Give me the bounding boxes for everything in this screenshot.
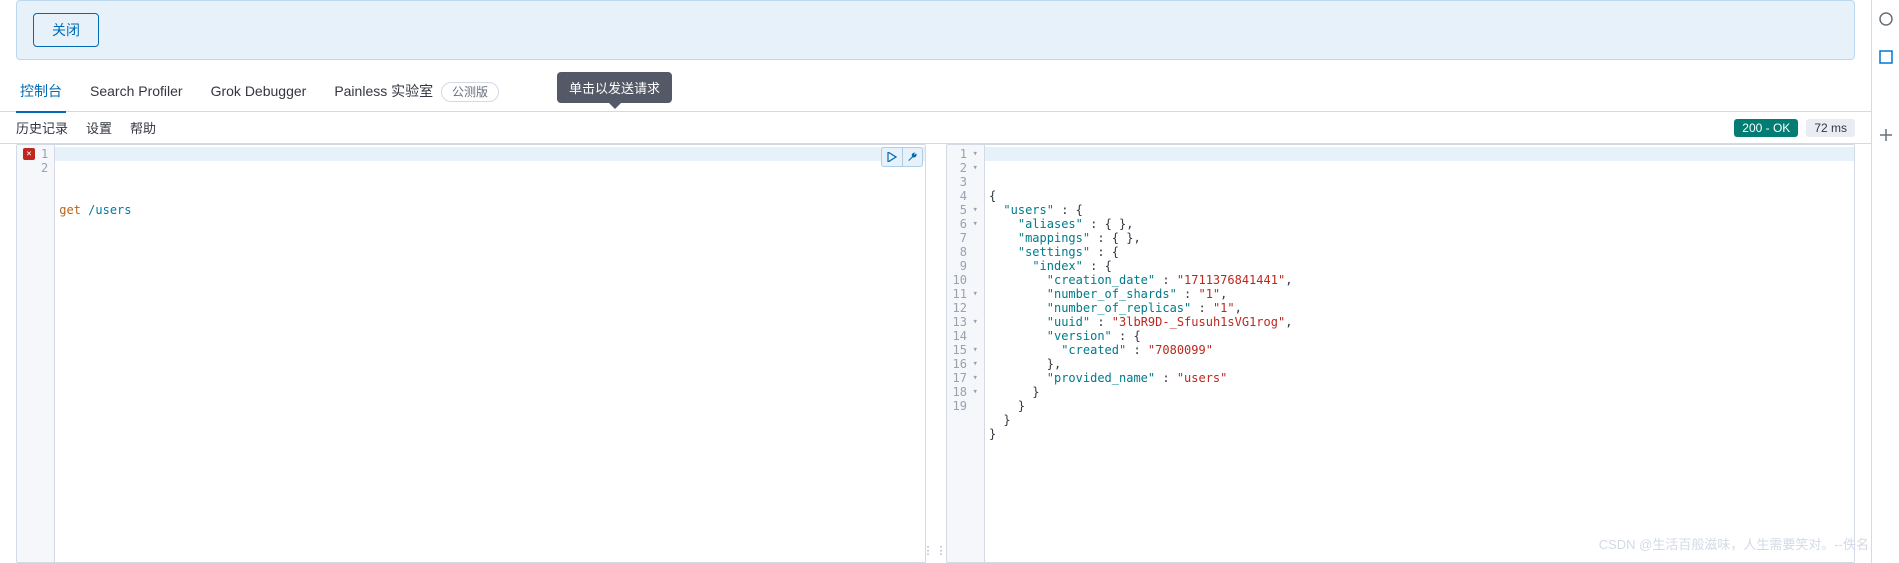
watermark: CSDN @生活百般滋味，人生需要笑对。--佚名 bbox=[1599, 534, 1869, 553]
console-toolbar: 历史记录 设置 帮助 200 - OK 72 ms bbox=[0, 112, 1871, 144]
tab-painless-lab[interactable]: Painless 实验室 公测版 bbox=[330, 71, 503, 113]
play-icon bbox=[887, 152, 897, 162]
send-request-tooltip: 单击以发送请求 bbox=[557, 72, 672, 103]
response-viewer: 1▾2▾345▾6▾7891011▾1213▾1415▾16▾17▾18▾19 … bbox=[946, 144, 1856, 563]
tab-label: Painless 实验室 bbox=[334, 83, 433, 99]
subtab-help[interactable]: 帮助 bbox=[130, 118, 156, 137]
close-button[interactable]: 关闭 bbox=[33, 13, 99, 47]
rail-icon-1[interactable] bbox=[1877, 10, 1895, 28]
wrench-icon bbox=[907, 152, 918, 163]
request-code[interactable]: get /users bbox=[55, 145, 924, 562]
subtab-settings[interactable]: 设置 bbox=[86, 118, 112, 137]
rail-plus-icon[interactable] bbox=[1877, 126, 1895, 144]
tab-console[interactable]: 控制台 bbox=[16, 71, 66, 113]
send-request-button[interactable] bbox=[882, 148, 902, 166]
wrench-button[interactable] bbox=[902, 148, 922, 166]
status-badge: 200 - OK bbox=[1734, 119, 1798, 137]
request-gutter: ✕12 bbox=[17, 145, 55, 562]
error-icon: ✕ bbox=[23, 148, 35, 160]
response-time: 72 ms bbox=[1806, 119, 1855, 137]
info-banner: 关闭 bbox=[16, 0, 1855, 60]
request-actions bbox=[881, 147, 923, 167]
response-code[interactable]: { "users" : { "aliases" : { }, "mappings… bbox=[985, 145, 1854, 562]
tab-grok-debugger[interactable]: Grok Debugger bbox=[207, 73, 311, 111]
rail-icon-2[interactable] bbox=[1877, 48, 1895, 66]
right-rail bbox=[1871, 0, 1899, 563]
main-tabs: 控制台 Search Profiler Grok Debugger Painle… bbox=[0, 72, 1871, 112]
tab-search-profiler[interactable]: Search Profiler bbox=[86, 73, 187, 111]
resize-handle[interactable]: ⋮⋮ bbox=[923, 544, 926, 557]
request-editor[interactable]: ✕12 get /users ⋮⋮ bbox=[16, 144, 926, 563]
subtab-history[interactable]: 历史记录 bbox=[16, 118, 68, 137]
beta-badge: 公测版 bbox=[441, 82, 499, 102]
response-gutter: 1▾2▾345▾6▾7891011▾1213▾1415▾16▾17▾18▾19 bbox=[947, 145, 985, 562]
